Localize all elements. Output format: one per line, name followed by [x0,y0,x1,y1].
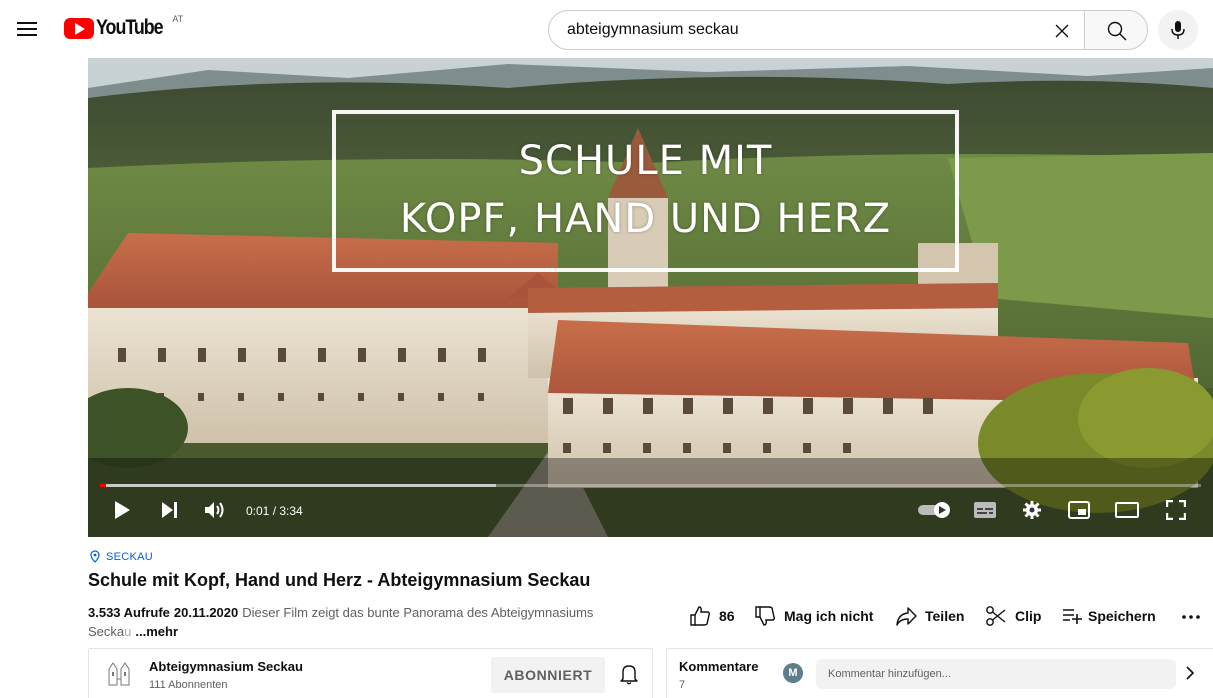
search-box [548,10,1084,50]
thumbs-up-icon [690,606,711,626]
gear-icon [1023,501,1041,519]
share-label: Teilen [925,608,965,624]
scissors-icon [986,606,1006,626]
search-button[interactable] [1084,10,1148,50]
thumbs-down-icon [755,606,776,626]
description-text-faded: u [124,624,132,639]
more-actions-button[interactable] [1181,612,1209,622]
notification-bell-button[interactable] [619,663,639,690]
comments-label: Kommentare [679,659,759,674]
description-text-cont: Secka [88,624,125,639]
bell-icon [620,665,638,685]
channel-card: Abteigymnasium Seckau 111 Abonnenten ABO… [88,648,653,698]
comment-input[interactable]: Kommentar hinzufügen... [816,659,1176,689]
youtube-play-logo-icon [64,18,94,39]
playlist-add-icon [1063,609,1082,624]
next-button[interactable] [160,501,180,524]
dislike-label: Mag ich nicht [784,608,874,624]
clear-search-icon[interactable] [1050,19,1074,43]
show-more-link[interactable]: ...mehr [135,624,178,639]
miniplayer-icon [1068,501,1090,519]
subscriber-count: 111 Abonnenten [149,679,228,691]
user-avatar: M [783,663,803,683]
description-text: Dieser Film zeigt das bunte Panorama des… [242,605,594,620]
dislike-button[interactable]: Mag ich nicht [754,605,873,627]
video-title-overlay: SCHULE MIT KOPF, HAND UND HERZ [332,110,959,272]
like-button[interactable]: 86 [689,605,735,627]
save-button[interactable]: Speichern [1062,605,1156,627]
subscribe-button[interactable]: ABONNIERT [491,657,605,693]
youtube-logo[interactable]: YouTube AT [64,14,184,42]
channel-avatar[interactable] [105,659,133,687]
microphone-icon [1171,21,1185,39]
clip-label: Clip [1015,608,1042,624]
hamburger-menu-icon[interactable] [14,18,42,42]
save-label: Speichern [1088,608,1156,624]
theater-mode-button[interactable] [1115,502,1139,523]
settings-button[interactable] [1022,500,1042,525]
video-player[interactable]: SCHULE MIT KOPF, HAND UND HERZ 0:01 / 3:… [88,58,1213,537]
chevron-right-icon[interactable] [1185,665,1195,686]
description-box[interactable]: 3.533 Aufrufe 20.11.2020 Dieser Film zeigt… [88,603,668,641]
share-icon [896,607,917,626]
masthead: YouTube AT [0,0,1213,58]
like-count: 86 [719,608,735,624]
subtitles-button[interactable] [974,502,996,523]
logo-text: YouTube [96,16,164,39]
fullscreen-button[interactable] [1165,499,1187,525]
autoplay-toggle-icon [918,502,950,518]
volume-icon [205,502,224,518]
location-label: SECKAU [106,550,154,563]
upload-date: 20.11.2020 [173,605,239,620]
clip-button[interactable]: Clip [985,605,1041,627]
progress-played [100,484,106,487]
search-icon [1107,21,1127,41]
volume-button[interactable] [204,501,228,524]
fullscreen-icon [1165,499,1187,521]
location-tag[interactable]: SECKAU [90,550,153,563]
voice-search-button[interactable] [1158,10,1198,50]
three-dots-icon [1182,615,1200,619]
share-button[interactable]: Teilen [895,605,964,627]
time-display: 0:01 / 3:34 [246,504,303,518]
autoplay-toggle[interactable] [918,502,954,523]
comments-card[interactable]: Kommentare 7 M Kommentar hinzufügen... [666,648,1213,698]
country-code: AT [172,14,184,24]
progress-buffered [100,484,496,487]
skip-next-icon [162,502,177,518]
subtitles-icon [974,502,996,518]
overlay-line-1: SCHULE MIT [518,138,773,184]
overlay-line-2: KOPF, HAND UND HERZ [399,196,892,242]
comments-count: 7 [679,679,686,691]
play-button[interactable] [112,500,132,525]
miniplayer-button[interactable] [1068,501,1090,524]
play-icon [115,501,130,519]
location-pin-icon [90,550,100,563]
theater-mode-icon [1115,502,1139,518]
progress-bar[interactable] [100,484,1201,487]
channel-name[interactable]: Abteigymnasium Seckau [149,659,303,674]
search-input[interactable] [567,11,1007,49]
view-count: 3.533 Aufrufe [88,605,170,620]
video-title: Schule mit Kopf, Hand und Herz - Abteigy… [88,570,591,590]
